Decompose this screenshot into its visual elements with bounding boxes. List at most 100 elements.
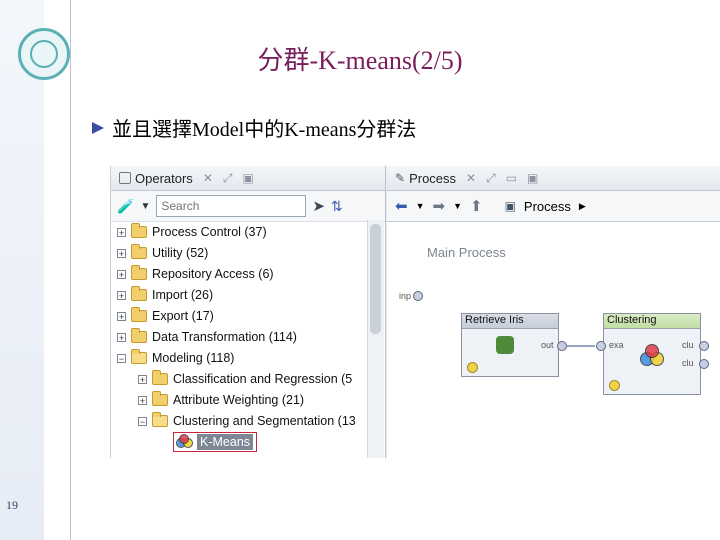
tree-item-attribute-weighting[interactable]: + Attribute Weighting (21) [138, 390, 304, 410]
expand-icon[interactable]: + [117, 332, 126, 342]
process-breadcrumb-icon: ▣ [504, 199, 516, 213]
filter-icon[interactable]: ➤ [312, 197, 325, 215]
input-port[interactable] [596, 341, 606, 351]
output-port[interactable] [699, 341, 709, 351]
tree-item-label: Modeling (118) [152, 351, 235, 365]
status-indicator [467, 362, 478, 373]
input-port-label: inp [399, 291, 412, 301]
folder-icon [131, 244, 147, 259]
output-port[interactable] [699, 359, 709, 369]
process-tab-icon: ✎ [395, 171, 406, 185]
output-port-label: clu [682, 340, 694, 350]
tree-item-label: Attribute Weighting (21) [173, 393, 305, 407]
search-input[interactable] [156, 195, 307, 217]
process-toolbar: ⬅ ▼ ➡ ▼ ⬆ ▣ Process ▶ [387, 191, 720, 222]
bullet-arrow-icon [92, 121, 104, 134]
tree-item-label: Repository Access (6) [152, 267, 274, 281]
tree-item-label: Process Control (37) [152, 225, 267, 239]
operators-tab-label: Operators [135, 170, 193, 186]
tree-item-label: Classification and Regression (5 [173, 372, 353, 386]
page-number: 19 [6, 498, 18, 512]
output-port-label: clu [682, 358, 694, 368]
up-arrow-icon[interactable]: ⬆ [470, 197, 483, 215]
venn-icon [176, 434, 194, 450]
operators-toolbar: 🧪 ▼ ➤ ⇅ [111, 191, 385, 222]
input-port[interactable] [413, 291, 423, 301]
collapse-icon[interactable]: − [117, 353, 126, 363]
tree-item-k-means[interactable]: K-Means [173, 432, 258, 452]
operator-title: Retrieve Iris [462, 314, 558, 329]
chevron-down-icon[interactable]: ▼ [140, 201, 150, 212]
tree-item-import[interactable]: + Import (26) [117, 285, 213, 305]
restore-icon[interactable]: ▣ [527, 171, 538, 185]
process-canvas[interactable]: Main Process inp Retrieve Iris out Clust… [387, 221, 720, 458]
folder-icon [131, 328, 147, 343]
new-operator-icon[interactable]: 🧪 [117, 198, 134, 215]
breadcrumb[interactable]: Process [524, 199, 571, 214]
folder-icon [131, 307, 147, 322]
k-means-label: K-Means [197, 434, 254, 450]
operators-tab-icon [119, 172, 131, 184]
back-arrow-icon[interactable]: ⬅ [395, 197, 408, 215]
close-icon[interactable]: ✕ [466, 171, 476, 185]
tree-item-label: Utility (52) [152, 246, 209, 260]
chevron-down-icon[interactable]: ▼ [416, 201, 425, 211]
slide-title: 分群-K-means(2/5) [257, 46, 463, 75]
maximize-icon[interactable]: ⤢ [223, 171, 233, 186]
folder-icon [152, 391, 168, 406]
open-folder-icon [131, 349, 147, 364]
expand-icon[interactable]: + [117, 290, 126, 300]
expand-icon[interactable]: + [117, 248, 126, 258]
operator-tree: + Process Control (37) + Utility (52) + … [111, 220, 367, 458]
chevron-down-icon[interactable]: ▼ [453, 201, 462, 211]
operator-title: Clustering [604, 314, 700, 329]
operators-panel: Operators ✕ ⤢ ▣ 🧪 ▼ ➤ ⇅ + Process Contro… [111, 166, 386, 458]
forward-arrow-icon[interactable]: ➡ [433, 197, 446, 215]
operators-tab[interactable]: Operators ✕ ⤢ ▣ [111, 166, 385, 191]
expand-icon[interactable]: + [117, 311, 126, 321]
output-port-label: out [541, 340, 554, 350]
chevron-right-icon[interactable]: ▶ [579, 201, 586, 212]
tree-item-export[interactable]: + Export (17) [117, 306, 214, 326]
operator-retrieve-iris[interactable]: Retrieve Iris out [461, 313, 559, 377]
k-means-selected[interactable]: K-Means [173, 432, 258, 452]
tree-item-data-transformation[interactable]: + Data Transformation (114) [117, 327, 297, 347]
output-port[interactable] [557, 341, 567, 351]
canvas-title: Main Process [427, 245, 506, 260]
tree-item-modeling[interactable]: − Modeling (118) [117, 348, 234, 368]
tree-item-utility[interactable]: + Utility (52) [117, 243, 208, 263]
tree-item-clustering[interactable]: − Clustering and Segmentation (13 [138, 411, 356, 431]
expand-icon[interactable]: + [138, 395, 147, 405]
connection-wire[interactable] [567, 345, 595, 347]
tree-item-label: Export (17) [152, 309, 214, 323]
input-port-label: exa [609, 340, 624, 350]
bullet-item: 並且選擇Model中的K-means分群法 [92, 113, 416, 142]
tree-item-label: Clustering and Segmentation (13 [173, 414, 356, 428]
expand-icon[interactable]: + [117, 269, 126, 279]
folder-icon [131, 286, 147, 301]
operator-clustering[interactable]: Clustering exa clu clu [603, 313, 701, 395]
close-icon[interactable]: ✕ [203, 171, 213, 185]
tree-item-classification[interactable]: + Classification and Regression (5 [138, 369, 352, 389]
sort-icon[interactable]: ⇅ [331, 198, 343, 215]
process-tab[interactable]: ✎ Process ✕ ⤢ ▭ ▣ [387, 166, 720, 191]
folder-icon [152, 370, 168, 385]
process-tab-label: Process [409, 170, 457, 186]
tree-item-label: Data Transformation (114) [152, 330, 297, 344]
maximize-icon[interactable]: ⤢ [486, 171, 496, 186]
bullet-text: 並且選擇Model中的K-means分群法 [112, 119, 417, 141]
open-folder-icon [152, 412, 168, 427]
process-panel: ✎ Process ✕ ⤢ ▭ ▣ ⬅ ▼ ➡ ▼ ⬆ ▣ Process ▶ … [387, 166, 720, 458]
expand-icon[interactable]: + [138, 374, 147, 384]
expand-icon[interactable]: + [117, 227, 126, 237]
operators-scrollbar[interactable] [367, 220, 384, 458]
tree-item-repository-access[interactable]: + Repository Access (6) [117, 264, 274, 284]
status-indicator [609, 380, 620, 391]
tree-item-process-control[interactable]: + Process Control (37) [117, 222, 267, 242]
minimize-icon[interactable]: ▭ [506, 171, 517, 185]
restore-icon[interactable]: ▣ [242, 171, 253, 185]
tree-item-label: Import (26) [152, 288, 214, 302]
collapse-icon[interactable]: − [138, 416, 147, 426]
slide-divider-line [70, 0, 71, 540]
folder-icon [131, 223, 147, 238]
